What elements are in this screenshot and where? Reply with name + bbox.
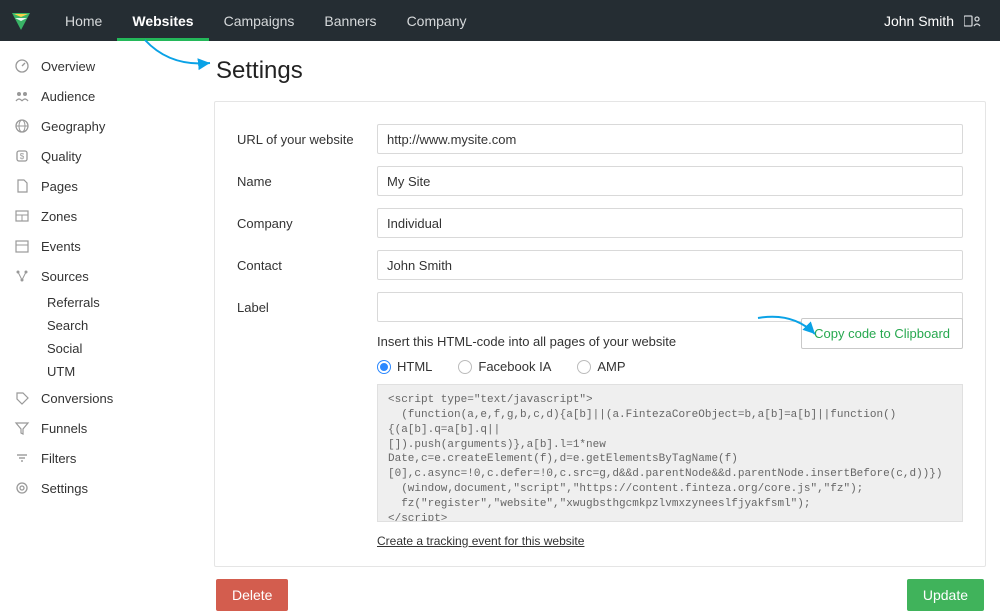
tag-icon <box>14 390 30 406</box>
sidebar-label: Events <box>41 239 81 254</box>
copy-code-button[interactable]: Copy code to Clipboard <box>801 318 963 349</box>
nav-home[interactable]: Home <box>50 0 117 41</box>
zones-icon <box>14 208 30 224</box>
sidebar-referrals[interactable]: Referrals <box>0 291 200 314</box>
sidebar-label: Funnels <box>41 421 87 436</box>
gauge-icon <box>14 58 30 74</box>
globe-icon <box>14 118 30 134</box>
nav-banners[interactable]: Banners <box>309 0 391 41</box>
sidebar-label: Filters <box>41 451 76 466</box>
sidebar-funnels[interactable]: Funnels <box>0 413 200 443</box>
radio-dot-icon <box>577 360 591 374</box>
sidebar-label: Pages <box>41 179 78 194</box>
sidebar: Overview Audience Geography $ Quality Pa… <box>0 41 200 592</box>
nav-campaigns[interactable]: Campaigns <box>209 0 310 41</box>
user-menu[interactable]: John Smith <box>884 13 982 29</box>
sidebar-zones[interactable]: Zones <box>0 201 200 231</box>
page-title: Settings <box>216 57 986 85</box>
radio-facebook-ia[interactable]: Facebook IA <box>458 359 551 374</box>
sidebar-label: Zones <box>41 209 77 224</box>
sidebar-label: Geography <box>41 119 105 134</box>
label-label: Label <box>237 300 377 315</box>
gear-icon <box>14 480 30 496</box>
people-icon <box>14 88 30 104</box>
sidebar-pages[interactable]: Pages <box>0 171 200 201</box>
sidebar-events[interactable]: Events <box>0 231 200 261</box>
label-company: Company <box>237 216 377 231</box>
sidebar-sources[interactable]: Sources <box>0 261 200 291</box>
sidebar-filters[interactable]: Filters <box>0 443 200 473</box>
arrow-hint-icon <box>140 35 220 75</box>
page-icon <box>14 178 30 194</box>
name-input[interactable] <box>377 166 963 196</box>
user-switch-icon <box>964 14 982 28</box>
calendar-icon <box>14 238 30 254</box>
sidebar-label: Audience <box>41 89 95 104</box>
radio-dot-icon <box>377 360 391 374</box>
update-button[interactable]: Update <box>907 579 984 611</box>
label-name: Name <box>237 174 377 189</box>
sidebar-utm[interactable]: UTM <box>0 360 200 383</box>
settings-panel: URL of your website Name Company Individ… <box>214 101 986 567</box>
sidebar-label: Overview <box>41 59 95 74</box>
sidebar-quality[interactable]: $ Quality <box>0 141 200 171</box>
radio-html[interactable]: HTML <box>377 359 432 374</box>
sidebar-audience[interactable]: Audience <box>0 81 200 111</box>
svg-text:$: $ <box>20 152 25 161</box>
contact-select[interactable]: John Smith <box>377 250 963 280</box>
sidebar-label: Quality <box>41 149 81 164</box>
create-tracking-event-link[interactable]: Create a tracking event for this website <box>377 534 584 548</box>
label-contact: Contact <box>237 258 377 273</box>
logo <box>10 10 32 32</box>
quality-icon: $ <box>14 148 30 164</box>
sources-icon <box>14 268 30 284</box>
sidebar-label: Settings <box>41 481 88 496</box>
sidebar-search[interactable]: Search <box>0 314 200 337</box>
sidebar-conversions[interactable]: Conversions <box>0 383 200 413</box>
company-select[interactable]: Individual <box>377 208 963 238</box>
nav-company[interactable]: Company <box>392 0 482 41</box>
arrow-hint-icon <box>753 310 823 346</box>
sidebar-geography[interactable]: Geography <box>0 111 200 141</box>
filter-icon <box>14 450 30 466</box>
sidebar-label: Conversions <box>41 391 113 406</box>
code-textarea[interactable]: <script type="text/javascript"> (functio… <box>377 384 963 522</box>
sidebar-label: Sources <box>41 269 89 284</box>
user-name: John Smith <box>884 13 954 29</box>
url-input[interactable] <box>377 124 963 154</box>
funnel-icon <box>14 420 30 436</box>
delete-button[interactable]: Delete <box>216 579 288 611</box>
sidebar-social[interactable]: Social <box>0 337 200 360</box>
radio-dot-icon <box>458 360 472 374</box>
sidebar-settings[interactable]: Settings <box>0 473 200 503</box>
radio-amp[interactable]: AMP <box>577 359 625 374</box>
label-url: URL of your website <box>237 132 377 147</box>
